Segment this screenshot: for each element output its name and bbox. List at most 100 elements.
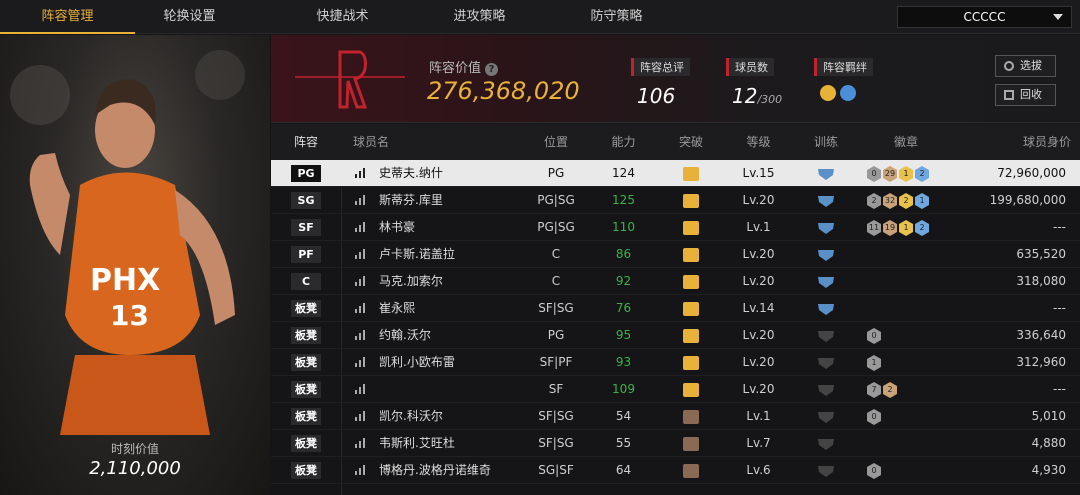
badge-medal[interactable]: 1 bbox=[867, 355, 881, 371]
player-name[interactable]: 崔永熙 bbox=[379, 295, 415, 322]
training-cell[interactable] bbox=[796, 295, 856, 322]
tab-tactics[interactable]: 快捷战术 bbox=[275, 0, 410, 34]
table-row[interactable]: 板凳 崔永熙 SF|SG 76 Lv.14 --- bbox=[271, 295, 1080, 322]
badge-medal[interactable]: 0 bbox=[867, 463, 881, 479]
breakthrough-cell[interactable] bbox=[656, 349, 726, 376]
badge-medal[interactable]: 2 bbox=[867, 193, 881, 209]
tab-offense[interactable]: 进攻策略 bbox=[412, 0, 547, 34]
breakthrough-cell[interactable] bbox=[656, 268, 726, 295]
badge-medal[interactable]: 11 bbox=[867, 220, 881, 236]
slot-cell[interactable]: PG bbox=[271, 160, 341, 187]
col-ability[interactable]: 能力 bbox=[591, 124, 656, 160]
player-name[interactable]: 史蒂夫.纳什 bbox=[379, 160, 443, 187]
bond-gold-icon[interactable] bbox=[820, 85, 836, 101]
account-dropdown[interactable]: CCCCC bbox=[897, 6, 1072, 28]
training-cell[interactable] bbox=[796, 430, 856, 457]
table-row[interactable]: 板凳 凯利.小欧布雷 SF|PF 93 Lv.20 1 312,960 bbox=[271, 349, 1080, 376]
recycle-button[interactable]: 回收 bbox=[995, 84, 1056, 106]
badge-medal[interactable]: 19 bbox=[883, 220, 897, 236]
player-rank-icon bbox=[355, 384, 365, 394]
badge-medal[interactable]: 1 bbox=[899, 166, 913, 182]
breakthrough-cell[interactable] bbox=[656, 295, 726, 322]
training-cell[interactable] bbox=[796, 241, 856, 268]
table-row[interactable]: SF 林书豪 PG|SG 110 Lv.1 11 19 1 2 --- bbox=[271, 214, 1080, 241]
table-row[interactable]: PG 史蒂夫.纳什 PG 124 Lv.15 0 29 1 2 72,960,000 bbox=[271, 160, 1080, 187]
table-row[interactable]: PF 卢卡斯.诺盖拉 C 86 Lv.20 635,520 bbox=[271, 241, 1080, 268]
col-level[interactable]: 等级 bbox=[726, 124, 791, 160]
tab-defense[interactable]: 防守策略 bbox=[549, 0, 684, 34]
table-row[interactable]: C 马克.加索尔 C 92 Lv.20 318,080 bbox=[271, 268, 1080, 295]
slot-cell[interactable]: 板凳 bbox=[271, 322, 341, 349]
badge-medal[interactable]: 1 bbox=[899, 220, 913, 236]
bond-blue-icon[interactable] bbox=[840, 85, 856, 101]
player-name[interactable]: 凯尔.科沃尔 bbox=[379, 403, 443, 430]
slot-cell[interactable]: 板凳 bbox=[271, 376, 341, 403]
training-cell[interactable] bbox=[796, 457, 856, 484]
training-cell[interactable] bbox=[796, 403, 856, 430]
tab-rotation[interactable]: 轮换设置 bbox=[122, 0, 257, 34]
slot-cell[interactable]: SF bbox=[271, 214, 341, 241]
training-cell[interactable] bbox=[796, 160, 856, 187]
col-training[interactable]: 训练 bbox=[796, 124, 856, 160]
badge-medal[interactable]: 7 bbox=[867, 382, 881, 398]
slot-cell[interactable]: SG bbox=[271, 187, 341, 214]
badge-medal[interactable]: 0 bbox=[867, 409, 881, 425]
badge-medal[interactable]: 2 bbox=[899, 193, 913, 209]
table-row[interactable]: 板凳 凯尔.科沃尔 SF|SG 54 Lv.1 0 5,010 bbox=[271, 403, 1080, 430]
table-row[interactable]: SG 斯蒂芬.库里 PG|SG 125 Lv.20 2 32 2 1 199,680,000 bbox=[271, 187, 1080, 214]
training-cell[interactable] bbox=[796, 349, 856, 376]
training-cell[interactable] bbox=[796, 322, 856, 349]
player-name[interactable]: 林书豪 bbox=[379, 214, 415, 241]
player-name[interactable]: 博格丹.波格丹诺维奇 bbox=[379, 457, 491, 484]
badge-medal[interactable]: 0 bbox=[867, 166, 881, 182]
training-cell[interactable] bbox=[796, 214, 856, 241]
table-row[interactable]: 板凳 博格丹.波格丹诺维奇 SG|SF 64 Lv.6 0 4,930 bbox=[271, 457, 1080, 484]
slot-cell[interactable]: 板凳 bbox=[271, 430, 341, 457]
training-cell[interactable] bbox=[796, 268, 856, 295]
badge-medal[interactable]: 1 bbox=[915, 193, 929, 209]
filter-button[interactable]: 选拔 bbox=[995, 55, 1056, 77]
player-name[interactable]: 约翰.沃尔 bbox=[379, 322, 431, 349]
slot-cell[interactable]: 板凳 bbox=[271, 403, 341, 430]
slot-cell[interactable]: PF bbox=[271, 241, 341, 268]
col-name[interactable]: 球员名 bbox=[353, 124, 413, 160]
slot-cell[interactable]: 板凳 bbox=[271, 349, 341, 376]
slot-badge: 板凳 bbox=[291, 435, 321, 452]
training-cell[interactable] bbox=[796, 376, 856, 403]
slot-cell[interactable]: 板凳 bbox=[271, 295, 341, 322]
training-cell[interactable] bbox=[796, 187, 856, 214]
player-name[interactable]: 斯蒂芬.库里 bbox=[379, 187, 443, 214]
table-row[interactable]: 板凳 约翰.沃尔 PG 95 Lv.20 0 336,640 bbox=[271, 322, 1080, 349]
breakthrough-cell[interactable] bbox=[656, 430, 726, 457]
level-cell: Lv.20 bbox=[742, 193, 775, 207]
breakthrough-cell[interactable] bbox=[656, 457, 726, 484]
badge-medal[interactable]: 0 bbox=[867, 328, 881, 344]
breakthrough-cell[interactable] bbox=[656, 403, 726, 430]
player-name[interactable]: 凯利.小欧布雷 bbox=[379, 349, 455, 376]
badge-medal[interactable]: 32 bbox=[883, 193, 897, 209]
help-icon[interactable]: ? bbox=[485, 63, 499, 76]
breakthrough-cell[interactable] bbox=[656, 376, 726, 403]
badge-medal[interactable]: 2 bbox=[883, 382, 897, 398]
tab-lineup[interactable]: 阵容管理 bbox=[0, 0, 135, 34]
table-row[interactable]: 板凳 SF 109 Lv.20 7 2 --- bbox=[271, 376, 1080, 403]
badge-medal[interactable]: 29 bbox=[883, 166, 897, 182]
col-slot[interactable]: 阵容 bbox=[271, 124, 341, 160]
player-name[interactable]: 卢卡斯.诺盖拉 bbox=[379, 241, 455, 268]
breakthrough-cell[interactable] bbox=[656, 322, 726, 349]
player-name[interactable]: 韦斯利.艾旺杜 bbox=[379, 430, 455, 457]
badge-medal[interactable]: 2 bbox=[915, 220, 929, 236]
slot-cell[interactable]: 板凳 bbox=[271, 457, 341, 484]
badge-medal[interactable]: 2 bbox=[915, 166, 929, 182]
breakthrough-cell[interactable] bbox=[656, 187, 726, 214]
breakthrough-cell[interactable] bbox=[656, 214, 726, 241]
col-position[interactable]: 位置 bbox=[521, 124, 591, 160]
breakthrough-cell[interactable] bbox=[656, 160, 726, 187]
breakthrough-cell[interactable] bbox=[656, 241, 726, 268]
col-price[interactable]: 球员身价 bbox=[951, 124, 1071, 160]
col-breakthrough[interactable]: 突破 bbox=[656, 124, 726, 160]
table-row[interactable]: 板凳 韦斯利.艾旺杜 SF|SG 55 Lv.7 4,880 bbox=[271, 430, 1080, 457]
player-name[interactable]: 马克.加索尔 bbox=[379, 268, 443, 295]
col-badges[interactable]: 徽章 bbox=[861, 124, 951, 160]
slot-cell[interactable]: C bbox=[271, 268, 341, 295]
